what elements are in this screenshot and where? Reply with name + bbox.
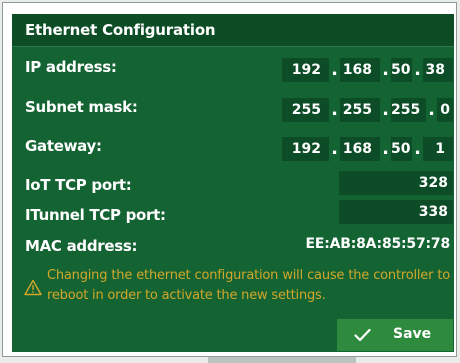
itunnel-tcp-port-label: ITunnel TCP port: bbox=[25, 206, 166, 224]
save-button[interactable]: Save bbox=[337, 319, 453, 351]
gateway-field: 192 . 168 . 50 . 1 bbox=[12, 137, 454, 161]
subnet-dot-1: . bbox=[331, 99, 338, 120]
subnet-octet-3[interactable]: 255 bbox=[391, 98, 426, 122]
iot-tcp-port-label: IoT TCP port: bbox=[25, 176, 132, 194]
mac-address-value: EE:AB:8A:85:57:78 bbox=[305, 236, 450, 252]
ip-octet-2[interactable]: 168 bbox=[340, 58, 380, 82]
save-button-label: Save bbox=[393, 326, 432, 342]
ip-octet-3[interactable]: 50 bbox=[391, 58, 412, 82]
dialog-title: Ethernet Configuration bbox=[25, 21, 216, 39]
checkmark-icon bbox=[354, 328, 371, 342]
title-bar: Ethernet Configuration bbox=[12, 14, 454, 47]
ip-dot-3: . bbox=[414, 59, 421, 80]
gateway-octet-3[interactable]: 50 bbox=[391, 137, 412, 161]
gateway-dot-2: . bbox=[382, 138, 389, 159]
ip-octet-4[interactable]: 38 bbox=[423, 58, 453, 82]
subnet-octet-4[interactable]: 0 bbox=[437, 98, 453, 122]
dialog-frame: Ethernet Configuration IP address: 192 .… bbox=[2, 2, 457, 357]
warning-message: Changing the ethernet configuration will… bbox=[47, 268, 450, 303]
itunnel-tcp-port-input[interactable]: 338 bbox=[339, 200, 453, 224]
ip-address-field: 192 . 168 . 50 . 38 bbox=[12, 58, 454, 82]
gateway-octet-1[interactable]: 192 bbox=[282, 137, 329, 161]
ip-dot-1: . bbox=[331, 59, 338, 80]
gateway-dot-3: . bbox=[414, 138, 421, 159]
horizontal-scrollbar[interactable] bbox=[208, 357, 356, 363]
subnet-octet-2[interactable]: 255 bbox=[340, 98, 380, 122]
gateway-octet-2[interactable]: 168 bbox=[340, 137, 380, 161]
subnet-mask-field: 255 . 255 . 255 . 0 bbox=[12, 98, 454, 122]
subnet-dot-2: . bbox=[382, 99, 389, 120]
subnet-octet-1[interactable]: 255 bbox=[282, 98, 329, 122]
iot-tcp-port-input[interactable]: 328 bbox=[339, 171, 453, 195]
ip-dot-2: . bbox=[382, 59, 389, 80]
mac-address-label: MAC address: bbox=[25, 237, 138, 255]
gateway-octet-4[interactable]: 1 bbox=[423, 137, 453, 161]
ip-octet-1[interactable]: 192 bbox=[282, 58, 329, 82]
ethernet-config-panel: Ethernet Configuration IP address: 192 .… bbox=[12, 14, 454, 352]
warning-triangle-icon bbox=[24, 279, 42, 296]
subnet-dot-3: . bbox=[428, 99, 435, 120]
gateway-dot-1: . bbox=[331, 138, 338, 159]
